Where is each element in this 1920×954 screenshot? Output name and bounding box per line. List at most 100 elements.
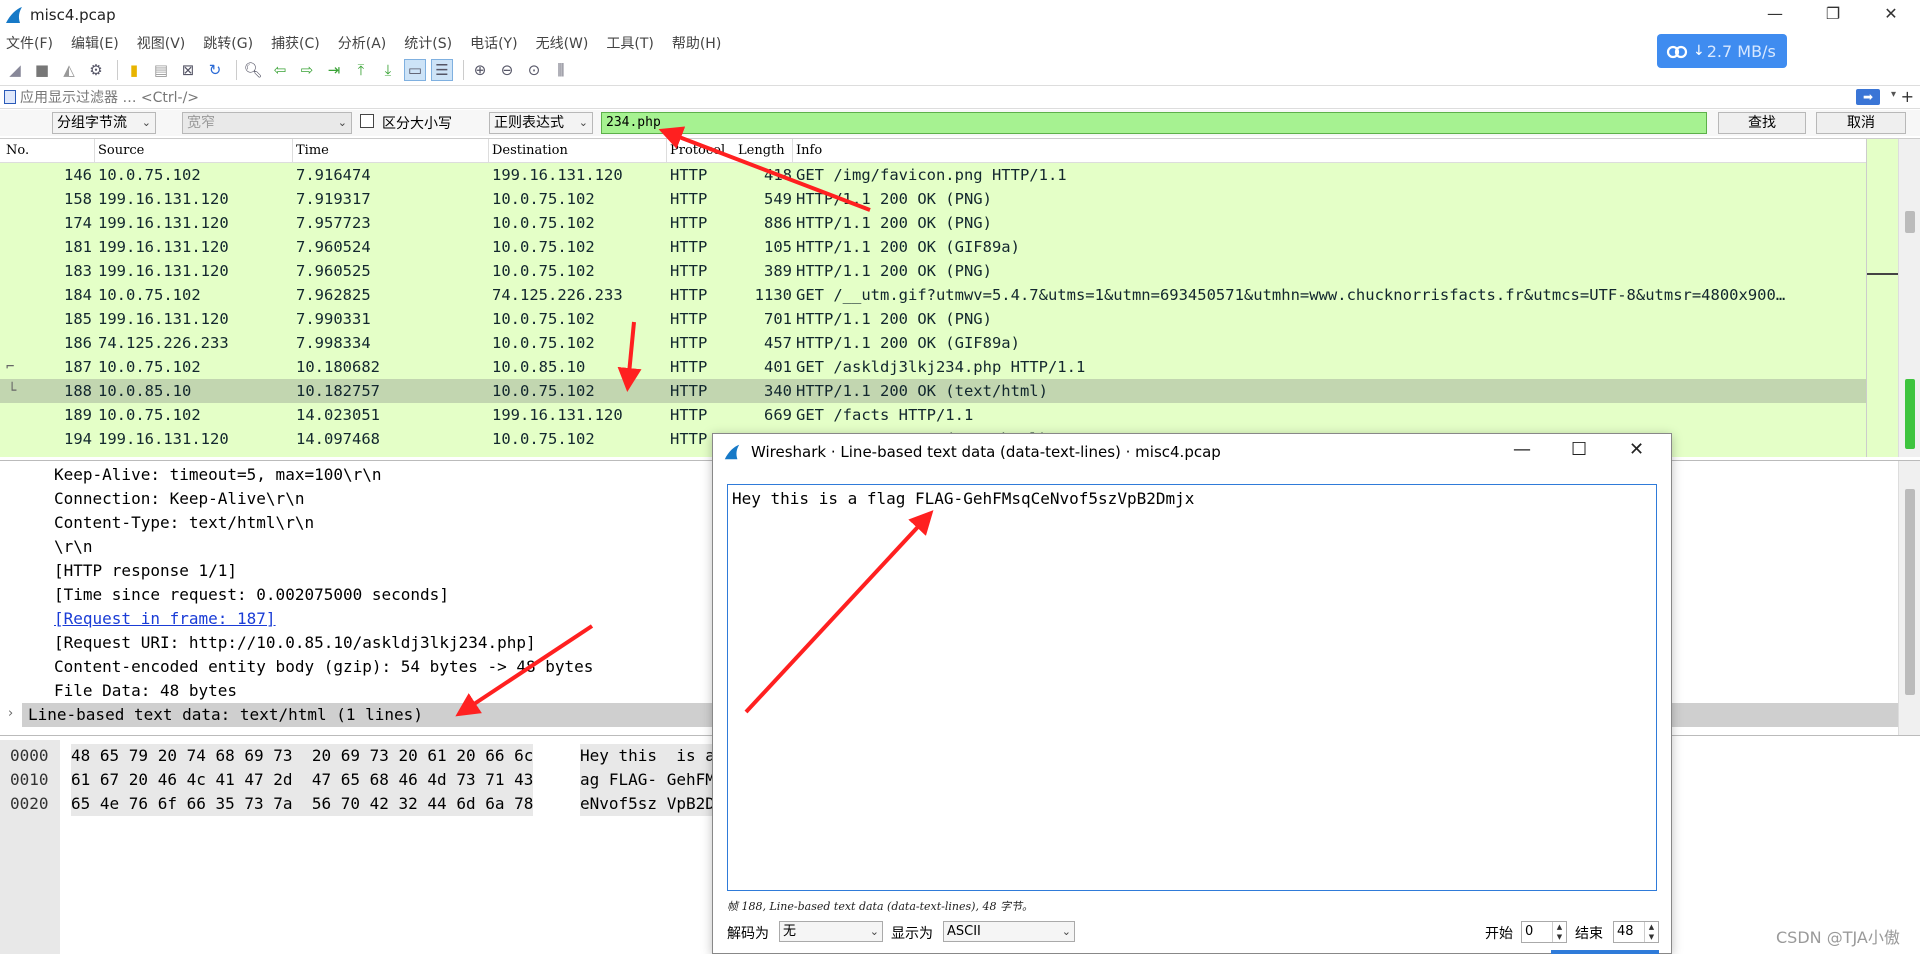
go-forward-icon[interactable]: ⇨ bbox=[296, 59, 318, 81]
packet-row[interactable]: 184 10.0.75.102 7.962825 74.125.226.233 … bbox=[0, 283, 1866, 307]
case-sensitive-checkbox[interactable] bbox=[360, 114, 374, 128]
window-title: misc4.pcap bbox=[30, 6, 116, 24]
go-to-packet-icon[interactable]: ⇥ bbox=[323, 59, 345, 81]
hex-offset: 0010 bbox=[10, 770, 49, 789]
packet-row[interactable]: 189 10.0.75.102 14.023051 199.16.131.120… bbox=[0, 403, 1866, 427]
packet-row[interactable]: 158 199.16.131.120 7.919317 10.0.75.102 … bbox=[0, 187, 1866, 211]
column-header-no[interactable]: No. bbox=[6, 143, 29, 158]
detail-line[interactable]: \r\n bbox=[54, 535, 93, 559]
find-button[interactable]: 查找 bbox=[1718, 112, 1806, 134]
hex-bytes[interactable]: 61 67 20 46 4c 41 47 2d 47 65 68 46 4d 7… bbox=[71, 768, 534, 792]
find-packet-icon[interactable]: 🔍︎ bbox=[242, 59, 264, 81]
detail-line[interactable]: File Data: 48 bytes bbox=[54, 679, 237, 703]
packet-rows: 146 10.0.75.102 7.916474 199.16.131.120 … bbox=[0, 163, 1866, 457]
scrollbar-thumb[interactable] bbox=[1905, 489, 1915, 695]
display-filter-placeholder[interactable]: 应用显示过滤器 … <Ctrl-/> bbox=[20, 87, 199, 107]
dialog-minimize-button[interactable]: — bbox=[1513, 439, 1531, 460]
menu-go[interactable]: 跳转(G) bbox=[203, 33, 253, 53]
column-header-length[interactable]: Length bbox=[738, 143, 785, 158]
detail-line[interactable]: [HTTP response 1/1] bbox=[54, 559, 237, 583]
packet-row[interactable]: 186 74.125.226.233 7.998334 10.0.75.102 … bbox=[0, 331, 1866, 355]
column-header-protocol[interactable]: Protocol bbox=[670, 143, 725, 158]
detail-line[interactable]: Keep-Alive: timeout=5, max=100\r\n bbox=[54, 463, 382, 487]
autoscroll-icon[interactable]: ▭ bbox=[404, 59, 426, 81]
spin-arrows-icon[interactable]: ▲ ▼ bbox=[1644, 922, 1658, 942]
request-frame-link[interactable]: [Request in frame: 187] bbox=[54, 607, 276, 631]
packet-row[interactable]: ⌐ 187 10.0.75.102 10.180682 10.0.85.10 H… bbox=[0, 355, 1866, 379]
dialog-maximize-button[interactable]: ☐ bbox=[1571, 439, 1587, 460]
start-spinbox[interactable]: 0 ▲ ▼ bbox=[1521, 921, 1567, 943]
column-header-info[interactable]: Info bbox=[796, 143, 822, 158]
close-file-icon[interactable]: ⊠ bbox=[177, 59, 199, 81]
packet-row[interactable]: 174 199.16.131.120 7.957723 10.0.75.102 … bbox=[0, 211, 1866, 235]
packet-length: 340 bbox=[764, 382, 792, 400]
detail-line[interactable]: [Request URI: http://10.0.85.10/askldj3l… bbox=[54, 631, 536, 655]
menu-help[interactable]: 帮助(H) bbox=[672, 33, 721, 53]
details-scrollbar[interactable] bbox=[1898, 461, 1920, 735]
close-button[interactable]: ✕ bbox=[1862, 0, 1920, 30]
find-query-input[interactable]: 234.php bbox=[601, 112, 1707, 134]
restore-button[interactable]: ❐ bbox=[1804, 0, 1862, 30]
go-back-icon[interactable]: ⇦ bbox=[269, 59, 291, 81]
scrollbar-thumb[interactable] bbox=[1905, 211, 1915, 233]
menu-edit[interactable]: 编辑(E) bbox=[71, 33, 119, 53]
search-type-select[interactable]: 正则表达式 ⌄ bbox=[489, 112, 593, 134]
packet-minimap[interactable] bbox=[1866, 139, 1899, 457]
packet-row-selected[interactable]: └ 188 10.0.85.10 10.182757 10.0.75.102 H… bbox=[0, 379, 1866, 403]
dialog-close-button[interactable]: ✕ bbox=[1629, 439, 1644, 460]
zoom-normal-icon[interactable]: ⊙ bbox=[523, 59, 545, 81]
detail-line[interactable]: Content-Type: text/html\r\n bbox=[54, 511, 314, 535]
packet-row[interactable]: 183 199.16.131.120 7.960525 10.0.75.102 … bbox=[0, 259, 1866, 283]
decode-as-select[interactable]: 无 ⌄ bbox=[779, 921, 883, 942]
cancel-find-button[interactable]: 取消 bbox=[1816, 112, 1906, 134]
packet-list-scrollbar[interactable] bbox=[1898, 139, 1920, 457]
packet-row[interactable]: 146 10.0.75.102 7.916474 199.16.131.120 … bbox=[0, 163, 1866, 187]
resize-columns-icon[interactable]: ⫼ bbox=[550, 59, 572, 81]
show-as-select[interactable]: ASCII ⌄ bbox=[943, 921, 1075, 942]
column-header-time[interactable]: Time bbox=[296, 143, 329, 158]
menu-analyze[interactable]: 分析(A) bbox=[338, 33, 387, 53]
spin-arrows-icon[interactable]: ▲ ▼ bbox=[1552, 922, 1566, 942]
window-controls: — ❐ ✕ bbox=[1746, 0, 1920, 30]
bookmark-icon[interactable] bbox=[4, 90, 16, 104]
zoom-out-icon[interactable]: ⊖ bbox=[496, 59, 518, 81]
go-first-packet-icon[interactable]: ⤒ bbox=[350, 59, 372, 81]
menu-tools[interactable]: 工具(T) bbox=[606, 33, 653, 53]
minimize-button[interactable]: — bbox=[1746, 0, 1804, 30]
save-file-icon[interactable]: ▤ bbox=[150, 59, 172, 81]
add-filter-button-icon[interactable]: + bbox=[1901, 87, 1914, 106]
menu-view[interactable]: 视图(V) bbox=[137, 33, 186, 53]
menu-wireless[interactable]: 无线(W) bbox=[536, 33, 589, 53]
hex-bytes[interactable]: 48 65 79 20 74 68 69 73 20 69 73 20 61 2… bbox=[71, 744, 534, 768]
packet-row[interactable]: 181 199.16.131.120 7.960524 10.0.75.102 … bbox=[0, 235, 1866, 259]
display-filter-bar[interactable]: 应用显示过滤器 … <Ctrl-/> ➡ ▾ + bbox=[0, 85, 1920, 109]
dialog-text-content[interactable]: Hey this is a flag FLAG-GehFMsqCeNvof5sz… bbox=[727, 484, 1657, 891]
packet-row[interactable]: 185 199.16.131.120 7.990331 10.0.75.102 … bbox=[0, 307, 1866, 331]
menu-statistics[interactable]: 统计(S) bbox=[404, 33, 452, 53]
filter-dropdown-icon[interactable]: ▾ bbox=[1891, 89, 1896, 100]
column-header-destination[interactable]: Destination bbox=[492, 143, 568, 158]
menu-telephony[interactable]: 电话(Y) bbox=[470, 33, 517, 53]
menu-capture[interactable]: 捕获(C) bbox=[271, 33, 320, 53]
network-speed-badge[interactable]: ↓ 2.7 MB/s bbox=[1657, 34, 1787, 68]
capture-options-icon[interactable]: ⚙ bbox=[85, 59, 107, 81]
search-in-select[interactable]: 分组字节流 ⌄ bbox=[52, 112, 156, 134]
end-spinbox[interactable]: 48 ▲ ▼ bbox=[1613, 921, 1659, 943]
expand-chevron-icon[interactable]: › bbox=[8, 706, 13, 721]
apply-filter-arrow-icon[interactable]: ➡ bbox=[1856, 89, 1880, 105]
colorize-icon[interactable]: ☰ bbox=[431, 59, 453, 81]
hex-bytes[interactable]: 65 4e 76 6f 66 35 73 7a 56 70 42 32 44 6… bbox=[71, 792, 534, 816]
zoom-in-icon[interactable]: ⊕ bbox=[469, 59, 491, 81]
scrollbar-intelligent-thumb[interactable] bbox=[1905, 379, 1915, 449]
detail-line[interactable]: Content-encoded entity body (gzip): 54 b… bbox=[54, 655, 593, 679]
restart-capture-icon[interactable]: ◭ bbox=[58, 59, 80, 81]
reload-file-icon[interactable]: ↻ bbox=[204, 59, 226, 81]
go-last-packet-icon[interactable]: ⤓ bbox=[377, 59, 399, 81]
stop-capture-icon[interactable]: ■ bbox=[31, 59, 53, 81]
open-file-icon[interactable]: ▮ bbox=[123, 59, 145, 81]
column-header-source[interactable]: Source bbox=[98, 143, 144, 158]
start-capture-icon[interactable]: ◢ bbox=[4, 59, 26, 81]
detail-line[interactable]: Connection: Keep-Alive\r\n bbox=[54, 487, 304, 511]
detail-line[interactable]: [Time since request: 0.002075000 seconds… bbox=[54, 583, 449, 607]
menu-file[interactable]: 文件(F) bbox=[6, 33, 53, 53]
